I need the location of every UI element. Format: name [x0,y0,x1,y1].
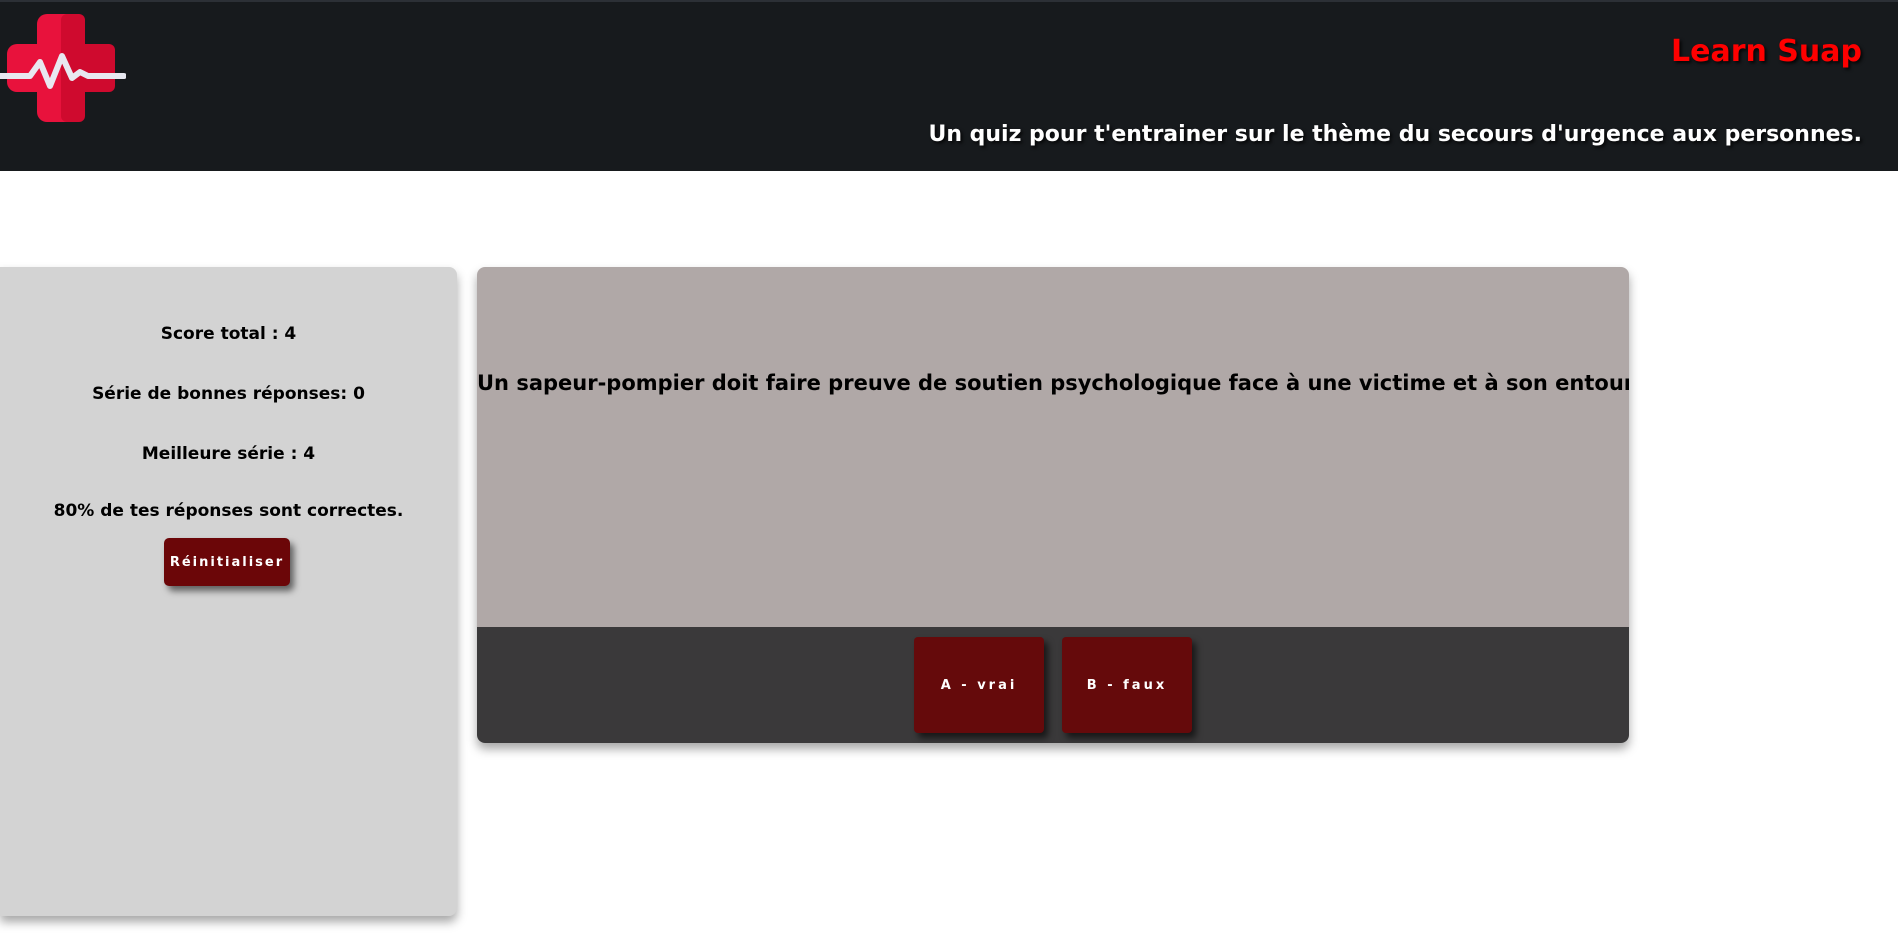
site-header: Learn Suap Un quiz pour t'entrainer sur … [0,0,1898,171]
question-area: Un sapeur-pompier doit faire preuve de s… [477,267,1629,627]
stats-panel: Score total : 4 Série de bonnes réponses… [0,267,457,916]
site-tagline: Un quiz pour t'entrainer sur le thème du… [928,122,1862,147]
current-streak: Série de bonnes réponses: 0 [92,384,365,404]
question-text: Un sapeur-pompier doit faire preuve de s… [477,371,1629,395]
answer-b-button[interactable]: B - faux [1062,637,1192,733]
quiz-card: Un sapeur-pompier doit faire preuve de s… [477,267,1629,743]
score-total: Score total : 4 [160,324,297,344]
best-streak: Meilleure série : 4 [141,444,316,464]
answer-a-button[interactable]: A - vrai [914,637,1044,733]
answer-area: A - vrai B - faux [477,627,1629,743]
reset-button[interactable]: Réinitialiser [164,538,290,586]
site-brand[interactable]: Learn Suap [1671,34,1862,69]
percent-correct: 80% de tes réponses sont correctes. [53,501,404,521]
medical-cross-heartbeat-icon [0,14,126,122]
